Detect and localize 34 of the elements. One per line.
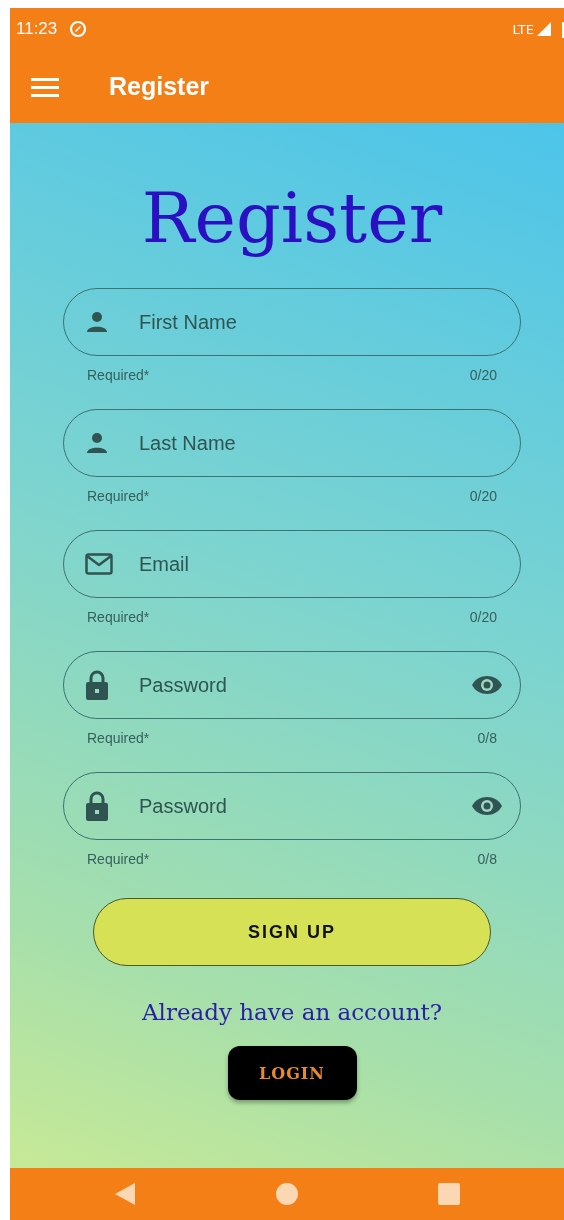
input-field[interactable]: Last Name: [63, 409, 521, 477]
person-icon: [85, 310, 109, 334]
page-heading: Register: [140, 176, 444, 261]
person-icon: [85, 431, 109, 455]
input-field[interactable]: Password: [63, 772, 521, 840]
helper-text: Required*: [87, 487, 150, 506]
status-time: 11:23: [16, 19, 58, 39]
character-counter: 0/20: [469, 366, 497, 385]
helper-text: Required*: [87, 729, 150, 748]
character-counter: 0/20: [469, 608, 497, 627]
signal-icon: [536, 21, 552, 37]
input-field[interactable]: Password: [63, 651, 521, 719]
network-type: LTE: [512, 21, 534, 37]
lock-icon: [85, 790, 109, 822]
notification-icon: [69, 20, 88, 38]
sign-up-button[interactable]: SIGN UP: [93, 898, 491, 966]
menu-icon[interactable]: [31, 76, 59, 97]
login-prompt: Already have an account?: [140, 998, 444, 1027]
character-counter: 0/20: [469, 487, 497, 506]
eye-icon[interactable]: [471, 795, 503, 817]
character-counter: 0/8: [477, 850, 497, 869]
input-field[interactable]: First Name: [63, 288, 521, 356]
character-counter: 0/8: [477, 729, 497, 748]
login-button[interactable]: LOGIN: [227, 1046, 357, 1100]
back-icon[interactable]: [115, 1183, 135, 1205]
lock-icon: [85, 669, 109, 701]
helper-text: Required*: [87, 850, 150, 869]
helper-text: Required*: [87, 608, 150, 627]
home-icon[interactable]: [275, 1183, 298, 1205]
app-bar-title: Register: [109, 72, 210, 101]
input-field[interactable]: Email: [63, 530, 521, 598]
eye-icon[interactable]: [471, 674, 503, 696]
envelope-icon: [85, 553, 113, 575]
helper-text: Required*: [87, 366, 150, 385]
